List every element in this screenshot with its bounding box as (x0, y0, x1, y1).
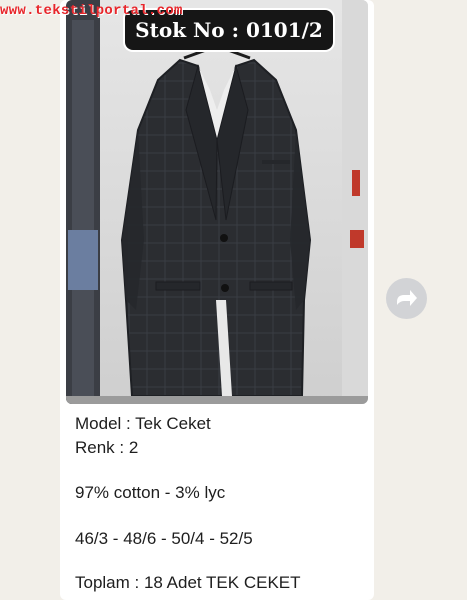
jacket-photo[interactable] (66, 0, 368, 404)
caption-total: Toplam : 18 Adet TEK CEKET (75, 573, 301, 592)
jacket-photo-image (66, 0, 368, 404)
caption-color: Renk : 2 (75, 438, 139, 457)
caption-model: Model : Tek Ceket (75, 414, 211, 433)
watermark-text: www.tekstilportal.com (0, 3, 183, 19)
caption-fabric: 97% cotton - 3% lyc (75, 483, 226, 502)
forward-button[interactable] (386, 278, 427, 319)
forward-share-icon (397, 290, 417, 306)
caption-sizes: 46/3 - 48/6 - 50/4 - 52/5 (75, 529, 253, 548)
